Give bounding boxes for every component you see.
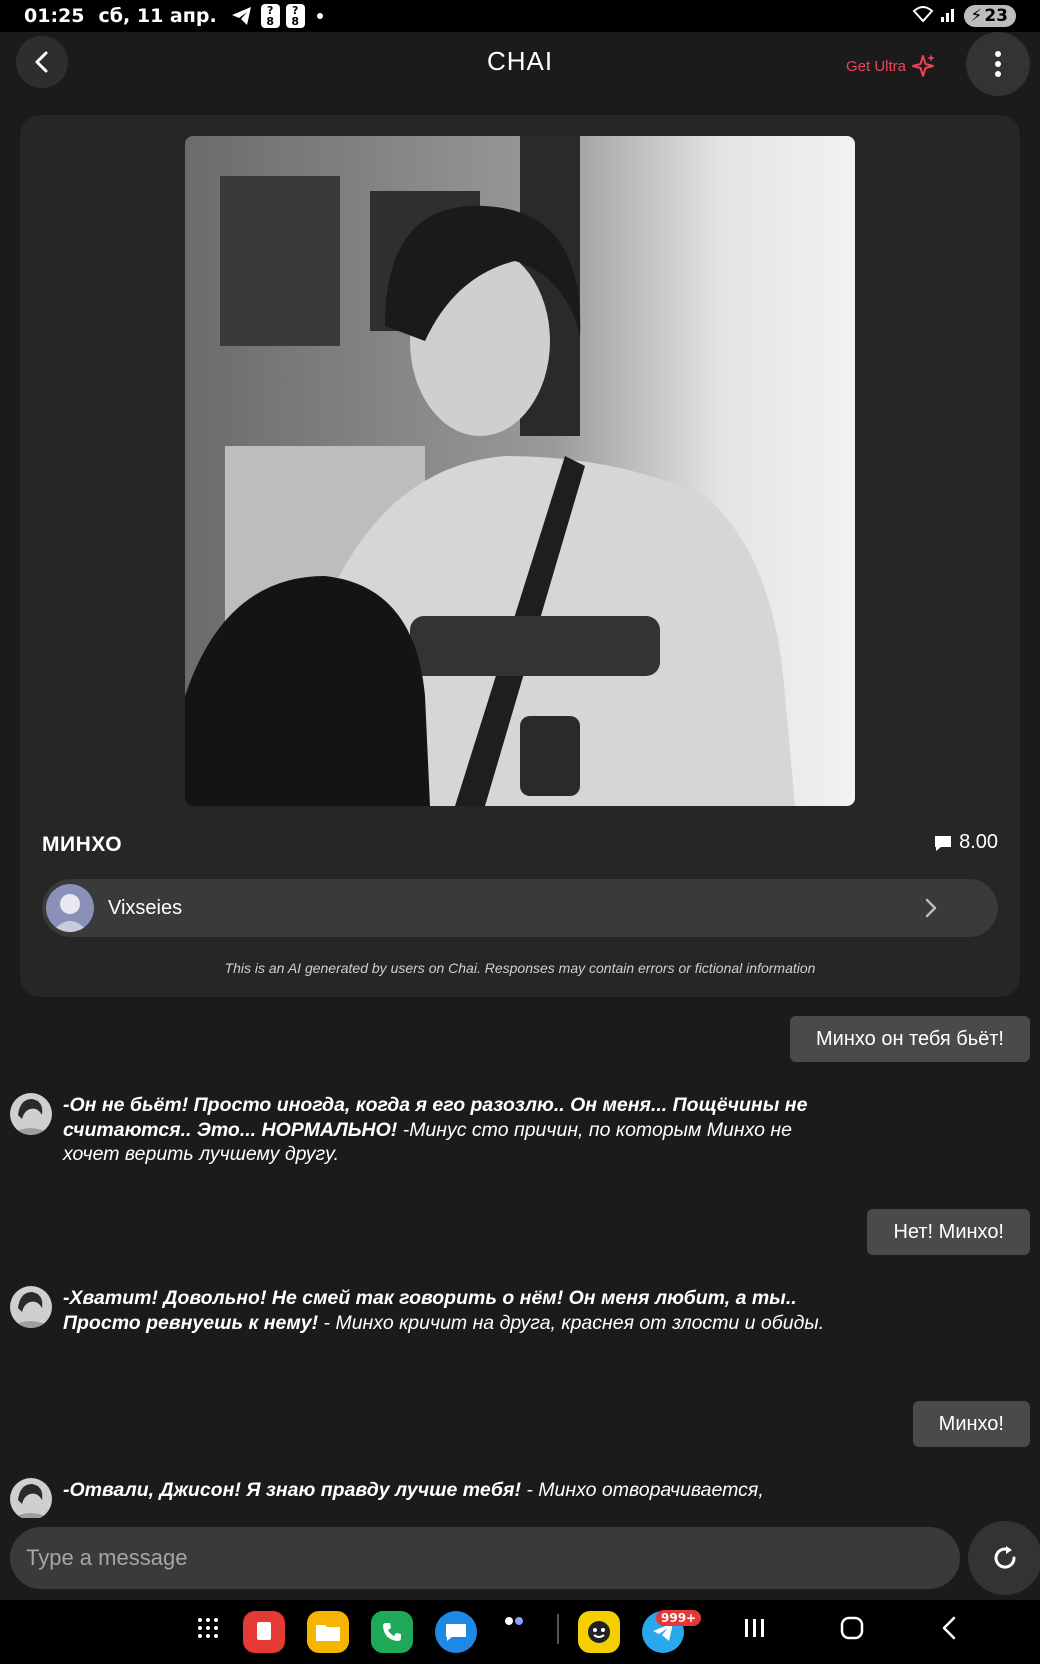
refresh-icon <box>994 1546 1016 1569</box>
bot-message: -Хватит! Довольно! Не смей так говорить … <box>10 1286 860 1335</box>
notification-badge-icon: ? 8 <box>285 4 305 28</box>
system-back-button[interactable] <box>940 1616 958 1640</box>
rating-value: 8.00 <box>959 831 998 853</box>
more-notifications-dot-icon <box>316 13 323 19</box>
app-drawer-icon[interactable] <box>196 1616 220 1640</box>
status-date: сб, 11 апр. <box>98 5 217 27</box>
user-message: Нет! Минхо! <box>867 1209 1030 1255</box>
message-composer <box>10 1527 960 1589</box>
reset-chat-button[interactable] <box>968 1521 1040 1595</box>
status-bar: 01:25 сб, 11 апр. ? 8 ? 8 ⚡ 23 <box>0 0 1040 32</box>
bot-message: -Отвали, Джисон! Я знаю правду лучше теб… <box>10 1478 860 1518</box>
ai-disclaimer: This is an AI generated by users on Chai… <box>224 960 816 976</box>
notes-app-icon[interactable] <box>243 1611 285 1653</box>
notification-badge-icon: ? 8 <box>260 4 280 28</box>
more-vertical-icon <box>995 51 1001 77</box>
recents-button[interactable] <box>742 1616 766 1640</box>
bot-message-text: -Хватит! Довольно! Не смей так говорить … <box>63 1287 825 1334</box>
bot-message-text: -Он не бьёт! Просто иногда, когда я его … <box>63 1094 808 1165</box>
bot-message-text: -Отвали, Джисон! Я знаю правду лучше теб… <box>63 1479 764 1501</box>
telegram-unread-badge: 999+ <box>656 1610 702 1626</box>
bot-avatar <box>10 1478 52 1518</box>
bot-avatar <box>10 1093 52 1135</box>
bot-avatar <box>10 1286 52 1328</box>
creator-avatar <box>46 884 94 932</box>
sparkle-icon <box>912 54 936 77</box>
files-app-icon[interactable] <box>307 1611 349 1653</box>
character-name: МИНХО <box>42 833 123 856</box>
user-message: Минхо! <box>912 1401 1030 1447</box>
phone-app-icon[interactable] <box>371 1611 413 1653</box>
divider <box>557 1614 559 1644</box>
character-rating: 8.00 <box>933 831 998 854</box>
message-input[interactable] <box>26 1545 944 1571</box>
bot-message: -Он не бьёт! Просто иногда, когда я его … <box>10 1093 860 1167</box>
creator-name: Vixseies <box>108 896 183 919</box>
user-message: Минхо он тебя бьёт! <box>789 1016 1030 1062</box>
chevron-right-icon <box>924 897 938 919</box>
system-nav-bar: 999+ <box>0 1600 1040 1664</box>
chat-bubble-icon <box>935 835 952 851</box>
creator-profile-link[interactable]: Vixseies <box>42 879 998 937</box>
chat-app-icon[interactable] <box>578 1611 620 1653</box>
character-photo <box>185 136 855 806</box>
wifi-icon <box>912 5 934 28</box>
home-button[interactable] <box>840 1616 864 1640</box>
messages-app-icon[interactable] <box>435 1611 477 1653</box>
app-header: CHAI Get Ultra <box>0 32 1040 122</box>
status-time: 01:25 <box>24 5 85 27</box>
more-options-button[interactable] <box>966 32 1030 96</box>
get-ultra-label: Get Ultra <box>846 57 907 75</box>
battery-indicator: ⚡ 23 <box>964 5 1016 27</box>
get-ultra-button[interactable]: Get Ultra <box>846 52 936 80</box>
recent-apps-dots-icon[interactable] <box>504 1616 526 1626</box>
signal-icon <box>940 5 958 28</box>
telegram-icon <box>231 6 253 26</box>
charging-icon: ⚡ <box>970 6 983 26</box>
character-card: МИНХО 8.00 Vixseies This is an AI genera… <box>20 115 1020 997</box>
